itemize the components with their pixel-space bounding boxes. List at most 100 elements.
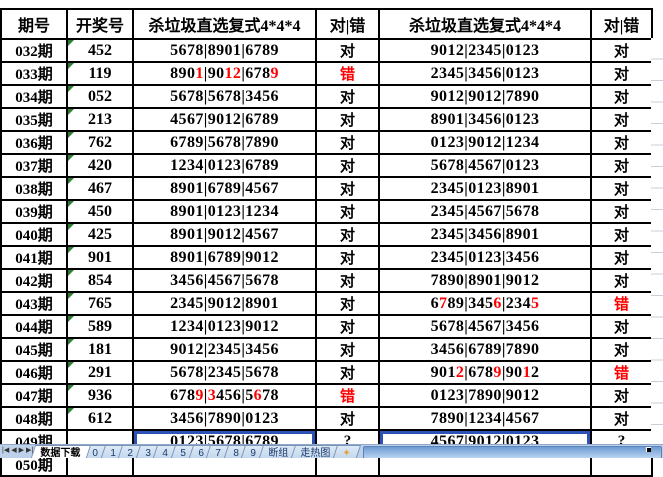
result-cell-2[interactable]: 对 bbox=[591, 315, 652, 338]
kill-combo-cell-2[interactable]: 2345|0123|8901 bbox=[379, 177, 591, 200]
kill-combo-cell-1[interactable]: 3456|4567|5678 bbox=[133, 269, 316, 292]
kill-combo-cell-1[interactable]: 5678|2345|5678 bbox=[133, 361, 316, 384]
draw-number-cell[interactable]: 901 bbox=[67, 246, 133, 269]
kill-combo-cell-2[interactable]: 2345|3456|0123 bbox=[379, 62, 591, 85]
result-cell-1[interactable]: 对 bbox=[316, 131, 379, 154]
period-cell[interactable]: 037期 bbox=[1, 154, 67, 177]
period-cell[interactable]: 038期 bbox=[1, 177, 67, 200]
col-header-kill2[interactable]: 杀垃圾直选复式4*4*4 bbox=[379, 9, 591, 39]
horizontal-scrollbar[interactable] bbox=[363, 446, 662, 458]
period-cell[interactable]: 043期 bbox=[1, 292, 67, 315]
period-cell[interactable]: 039期 bbox=[1, 200, 67, 223]
draw-number-cell[interactable]: 452 bbox=[67, 39, 133, 62]
kill-combo-cell-2[interactable]: 8901|3456|0123 bbox=[379, 108, 591, 131]
kill-combo-cell-1[interactable]: 6789|5678|7890 bbox=[133, 131, 316, 154]
result-cell-1[interactable]: 对 bbox=[316, 85, 379, 108]
kill-combo-cell-2[interactable]: 2345|4567|5678 bbox=[379, 200, 591, 223]
result-cell-1[interactable]: 对 bbox=[316, 315, 379, 338]
kill-combo-cell-2[interactable]: 9012|9012|7890 bbox=[379, 85, 591, 108]
sheet-tab-数据下载[interactable]: 数据下载 bbox=[29, 445, 91, 458]
kill-combo-cell-1[interactable]: 8901|9012|6789 bbox=[133, 62, 316, 85]
draw-number-cell[interactable]: 420 bbox=[67, 154, 133, 177]
result-cell-1[interactable]: 对 bbox=[316, 39, 379, 62]
result-cell-1[interactable]: 对 bbox=[316, 246, 379, 269]
draw-number-cell[interactable]: 612 bbox=[67, 407, 133, 430]
result-cell-1[interactable]: 对 bbox=[316, 200, 379, 223]
kill-combo-cell-1[interactable]: 8901|9012|4567 bbox=[133, 223, 316, 246]
kill-combo-cell-2[interactable]: 3456|6789|7890 bbox=[379, 338, 591, 361]
period-cell[interactable]: 041期 bbox=[1, 246, 67, 269]
result-cell-1[interactable]: 错 bbox=[316, 62, 379, 85]
result-cell-1[interactable]: 对 bbox=[316, 177, 379, 200]
kill-combo-cell-2[interactable]: 9012|6789|9012 bbox=[379, 361, 591, 384]
period-cell[interactable]: 033期 bbox=[1, 62, 67, 85]
result-cell-2[interactable]: 对 bbox=[591, 246, 652, 269]
kill-combo-cell-1[interactable]: 2345|9012|8901 bbox=[133, 292, 316, 315]
period-cell[interactable]: 035期 bbox=[1, 108, 67, 131]
kill-combo-cell-1[interactable]: 5678|5678|3456 bbox=[133, 85, 316, 108]
result-cell-2[interactable]: 对 bbox=[591, 62, 652, 85]
draw-number-cell[interactable]: 291 bbox=[67, 361, 133, 384]
period-cell[interactable]: 034期 bbox=[1, 85, 67, 108]
kill-combo-cell-1[interactable]: 1234|0123|6789 bbox=[133, 154, 316, 177]
result-cell-2[interactable]: 对 bbox=[591, 108, 652, 131]
result-cell-2[interactable]: 对 bbox=[591, 177, 652, 200]
result-cell-2[interactable]: 错 bbox=[591, 361, 652, 384]
tab-nav-next-icon[interactable]: ▶ bbox=[19, 446, 24, 456]
draw-number-cell[interactable]: 765 bbox=[67, 292, 133, 315]
kill-combo-cell-1[interactable]: 6789|3456|5678 bbox=[133, 384, 316, 407]
result-cell-1[interactable]: 对 bbox=[316, 154, 379, 177]
period-cell[interactable]: 046期 bbox=[1, 361, 67, 384]
draw-number-cell[interactable]: 213 bbox=[67, 108, 133, 131]
period-cell[interactable]: 040期 bbox=[1, 223, 67, 246]
insert-sheet-tab-icon[interactable]: ✦ bbox=[331, 445, 362, 458]
result-cell-2[interactable]: 对 bbox=[591, 39, 652, 62]
result-cell-1[interactable]: 对 bbox=[316, 269, 379, 292]
result-cell-2[interactable]: 错 bbox=[591, 292, 652, 315]
period-cell[interactable]: 047期 bbox=[1, 384, 67, 407]
kill-combo-cell-2[interactable]: 5678|4567|0123 bbox=[379, 154, 591, 177]
result-cell-1[interactable]: 对 bbox=[316, 223, 379, 246]
draw-number-cell[interactable]: 467 bbox=[67, 177, 133, 200]
result-cell-2[interactable]: 对 bbox=[591, 384, 652, 407]
draw-number-cell[interactable]: 589 bbox=[67, 315, 133, 338]
col-header-period[interactable]: 期号 bbox=[1, 9, 67, 39]
kill-combo-cell-2[interactable]: 0123|7890|9012 bbox=[379, 384, 591, 407]
period-cell[interactable]: 036期 bbox=[1, 131, 67, 154]
result-cell-2[interactable]: 对 bbox=[591, 154, 652, 177]
draw-number-cell[interactable]: 762 bbox=[67, 131, 133, 154]
result-cell-2[interactable]: 对 bbox=[591, 131, 652, 154]
col-header-result2[interactable]: 对|错 bbox=[591, 9, 652, 39]
period-cell[interactable]: 042期 bbox=[1, 269, 67, 292]
kill-combo-cell-1[interactable]: 8901|6789|4567 bbox=[133, 177, 316, 200]
draw-number-cell[interactable]: 854 bbox=[67, 269, 133, 292]
kill-combo-cell-1[interactable]: 8901|0123|1234 bbox=[133, 200, 316, 223]
period-cell[interactable]: 044期 bbox=[1, 315, 67, 338]
draw-number-cell[interactable]: 052 bbox=[67, 85, 133, 108]
result-cell-1[interactable]: 对 bbox=[316, 338, 379, 361]
kill-combo-cell-1[interactable]: 8901|6789|9012 bbox=[133, 246, 316, 269]
result-cell-2[interactable]: 对 bbox=[591, 269, 652, 292]
draw-number-cell[interactable]: 119 bbox=[67, 62, 133, 85]
kill-combo-cell-1[interactable]: 5678|8901|6789 bbox=[133, 39, 316, 62]
draw-number-cell[interactable]: 450 bbox=[67, 200, 133, 223]
kill-combo-cell-1[interactable]: 4567|9012|6789 bbox=[133, 108, 316, 131]
kill-combo-cell-1[interactable]: 3456|7890|0123 bbox=[133, 407, 316, 430]
result-cell-1[interactable]: 对 bbox=[316, 407, 379, 430]
kill-combo-cell-2[interactable]: 2345|0123|3456 bbox=[379, 246, 591, 269]
col-header-kill1[interactable]: 杀垃圾直选复式4*4*4 bbox=[133, 9, 316, 39]
kill-combo-cell-2[interactable]: 2345|3456|8901 bbox=[379, 223, 591, 246]
tab-nav-first-icon[interactable]: |◀ bbox=[2, 446, 9, 456]
tab-nav-prev-icon[interactable]: ◀ bbox=[11, 446, 16, 456]
period-cell[interactable]: 048期 bbox=[1, 407, 67, 430]
kill-combo-cell-2[interactable]: 5678|4567|3456 bbox=[379, 315, 591, 338]
result-cell-1[interactable]: 对 bbox=[316, 361, 379, 384]
kill-combo-cell-2[interactable]: 7890|1234|4567 bbox=[379, 407, 591, 430]
period-cell[interactable]: 045期 bbox=[1, 338, 67, 361]
draw-number-cell[interactable]: 181 bbox=[67, 338, 133, 361]
result-cell-1[interactable]: 对 bbox=[316, 292, 379, 315]
result-cell-2[interactable]: 对 bbox=[591, 200, 652, 223]
kill-combo-cell-2[interactable]: 7890|8901|9012 bbox=[379, 269, 591, 292]
result-cell-2[interactable]: 对 bbox=[591, 407, 652, 430]
kill-combo-cell-2[interactable]: 0123|9012|1234 bbox=[379, 131, 591, 154]
